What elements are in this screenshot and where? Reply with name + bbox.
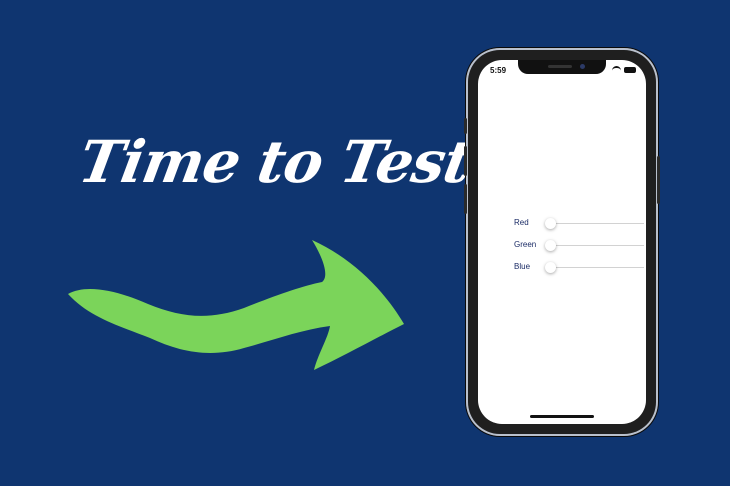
phone-volume-down (464, 184, 467, 214)
slider-row-red: Red (514, 216, 644, 230)
headline-title: Time to Test (73, 128, 477, 196)
phone-volume-up (464, 146, 467, 176)
arrow-icon (68, 240, 404, 370)
status-icons (612, 66, 636, 74)
slider-track-red[interactable] (545, 218, 644, 229)
slider-thumb-red[interactable] (545, 218, 556, 229)
slider-row-blue: Blue (514, 260, 644, 274)
phone-mute-switch (464, 118, 467, 134)
slider-label-blue: Blue (514, 262, 531, 271)
camera-icon (580, 64, 585, 69)
slider-label-green: Green (514, 240, 537, 249)
home-indicator[interactable] (530, 415, 594, 418)
green-arrow-graphic (60, 230, 420, 380)
phone-notch (518, 60, 606, 74)
phone-screen: 5:59 Red Green Blue (478, 60, 646, 424)
wifi-icon (612, 66, 621, 74)
battery-icon (624, 67, 636, 73)
speaker-grille (548, 65, 572, 68)
slider-thumb-blue[interactable] (545, 262, 556, 273)
slider-thumb-green[interactable] (545, 240, 556, 251)
slider-track-green[interactable] (545, 240, 644, 251)
slider-row-green: Green (514, 238, 644, 252)
slider-track-blue[interactable] (545, 262, 644, 273)
slider-label-red: Red (514, 218, 529, 227)
status-time: 5:59 (490, 66, 507, 75)
phone-mockup: 5:59 Red Green Blue (464, 48, 660, 436)
phone-power-button (657, 156, 660, 204)
